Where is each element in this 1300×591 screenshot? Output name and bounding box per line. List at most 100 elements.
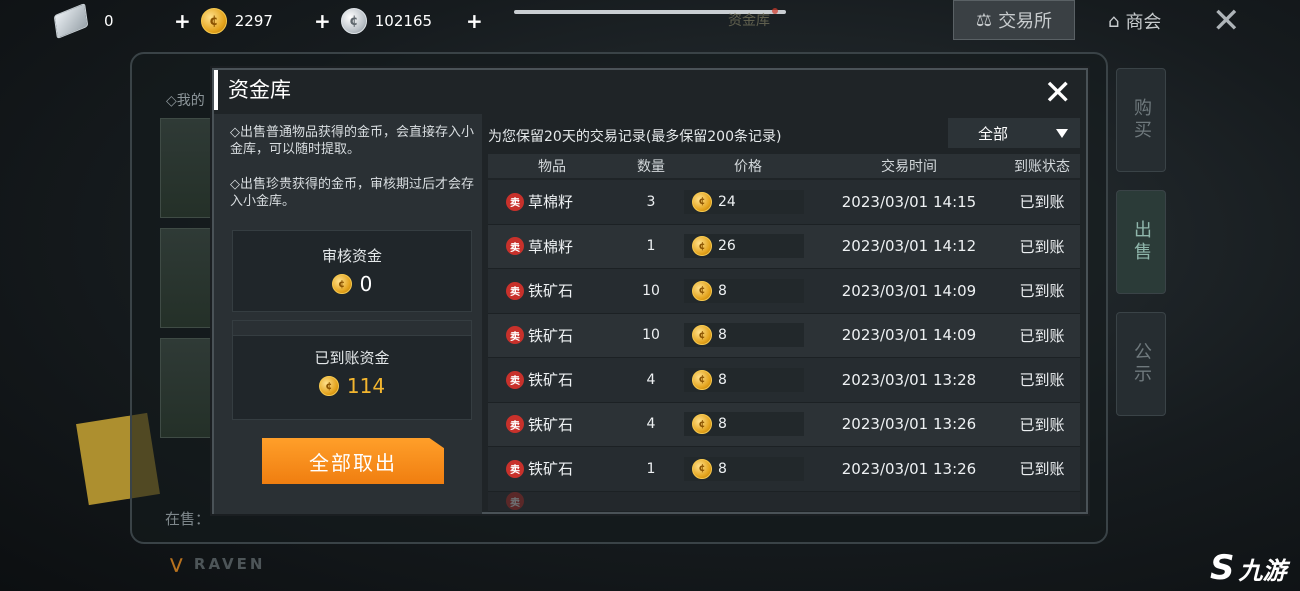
arrived-funds-box: 已到账资金 ¢ 114 (232, 320, 472, 420)
header-qty: 数量 (637, 159, 665, 175)
records-retention-note: 为您保留20天的交易记录(最多保留200条记录) (488, 129, 782, 145)
silver-coin-icon: ¢ (340, 8, 367, 34)
row-status: 已到账 (1019, 193, 1065, 212)
row-time: 2023/03/01 14:12 (841, 237, 977, 256)
item-name: 草棉籽 (528, 237, 574, 256)
add-silver-plus-button[interactable]: + (466, 9, 483, 33)
close-icon[interactable]: ✕ (1044, 76, 1073, 110)
item-slot (160, 118, 216, 218)
row-item: 卖铁矿石 (488, 369, 618, 390)
row-price: ¢ 24 (684, 189, 814, 214)
top-resource-bar: 0 + ¢ 2297 + ¢ 102165 + 资金库 ⚖ 交易所 ⌂ 商会 ✕ (0, 0, 1300, 44)
record-filter-dropdown[interactable]: 全部 (948, 118, 1080, 148)
item-slot (160, 338, 216, 438)
row-qty: 4 (646, 416, 656, 433)
arrived-funds-amount: 114 (346, 374, 386, 398)
exchange-label: 交易所 (998, 11, 1053, 32)
table-row: 卖铁矿石 10 ¢ 8 2023/03/01 14:09 已到账 (488, 269, 1080, 314)
filter-selected-value: 全部 (978, 124, 1009, 143)
side-tabs: 购买 出售 公示 (1116, 68, 1168, 434)
row-price: ¢ 8 (684, 323, 814, 348)
row-price: ¢ 8 (684, 278, 814, 303)
sell-badge-icon: 卖 (506, 192, 524, 211)
item-name: 铁矿石 (528, 326, 574, 345)
row-qty: 4 (646, 371, 656, 388)
gold-coin-icon: ¢ (331, 274, 352, 294)
triangle-down-icon (1056, 128, 1068, 138)
header-time: 交易时间 (881, 159, 937, 175)
gold-coin-icon: ¢ (692, 191, 712, 212)
sell-badge-icon: 卖 (506, 237, 524, 256)
row-item: 卖铁矿石 (488, 414, 618, 435)
silver-resource: + ¢ 102165 + (314, 6, 483, 36)
item-name: 铁矿石 (528, 415, 574, 434)
add-gold-button[interactable]: + (174, 9, 191, 33)
price-value: 8 (718, 460, 727, 477)
gold-coin-icon: ¢ (692, 280, 712, 301)
table-row: 卖铁矿石 1 ¢ 8 2023/03/01 13:26 已到账 (488, 447, 1080, 492)
funds-panel: ◇出售普通物品获得的金币，会直接存入小金库，可以随时提取。 ◇出售珍贵获得的金币… (214, 114, 482, 514)
sell-badge-icon: 卖 (506, 492, 524, 510)
row-item: 卖铁矿石 (488, 280, 618, 301)
row-qty: 10 (642, 327, 660, 344)
notification-dot (772, 8, 778, 14)
records-table-header: 物品 数量 价格 交易时间 到账状态 (488, 154, 1080, 178)
row-item: 卖草棉籽 (488, 191, 618, 212)
row-price: ¢ 8 (684, 412, 814, 437)
row-qty: 10 (642, 282, 660, 299)
watermark-icon: S (1210, 548, 1235, 588)
table-row-partial: 卖 (488, 491, 1080, 512)
row-item: 卖 (488, 492, 618, 510)
tab-buy[interactable]: 购买 (1116, 68, 1166, 172)
shop-label: 商会 (1125, 12, 1162, 33)
gold-coin-icon: ¢ (692, 414, 712, 435)
withdraw-all-button[interactable]: 全部取出 (262, 438, 444, 484)
arrived-funds-label: 已到账资金 (314, 349, 390, 367)
sell-badge-icon: 卖 (506, 281, 524, 300)
gold-coin-icon: ¢ (692, 236, 712, 257)
records-panel: 为您保留20天的交易记录(最多保留200条记录) 全部 物品 数量 价格 交易时… (486, 114, 1082, 512)
row-status: 已到账 (1019, 415, 1065, 434)
row-time: 2023/03/01 14:15 (841, 192, 977, 211)
row-qty: 1 (646, 238, 656, 255)
row-price: ¢ 26 (684, 234, 814, 259)
pending-funds-box: 审核资金 ¢ 0 (232, 230, 472, 312)
price-value: 26 (718, 238, 736, 255)
tab-sell[interactable]: 出售 (1116, 190, 1166, 294)
row-time: 2023/03/01 14:09 (841, 281, 977, 300)
top-close-icon[interactable]: ✕ (1212, 4, 1241, 38)
sell-badge-icon: 卖 (506, 326, 524, 345)
table-row: 卖草棉籽 3 ¢ 24 2023/03/01 14:15 已到账 (488, 180, 1080, 225)
watermark-logo: S 九游 (1210, 548, 1287, 588)
table-row: 卖铁矿石 4 ¢ 8 2023/03/01 13:28 已到账 (488, 358, 1080, 403)
row-price: ¢ 8 (684, 456, 814, 481)
gold-coin-icon: ¢ (692, 325, 712, 346)
gold-coin-icon: ¢ (692, 369, 712, 390)
add-silver-button[interactable]: + (314, 9, 331, 33)
raven-logo: ⋁ RAVEN (170, 555, 266, 573)
exchange-button[interactable]: ⚖ 交易所 (953, 0, 1075, 40)
exchange-icon: ⚖ (975, 9, 993, 31)
pending-funds-amount: 0 (359, 272, 373, 296)
header-price: 价格 (734, 159, 762, 175)
row-item: 卖铁矿石 (488, 458, 618, 479)
row-status: 已到账 (1019, 237, 1065, 256)
item-name: 草棉籽 (528, 193, 574, 212)
row-price: ¢ 8 (684, 367, 814, 392)
sell-badge-icon: 卖 (506, 370, 524, 389)
row-item: 卖铁矿石 (488, 325, 618, 346)
price-value: 8 (718, 371, 727, 388)
ticket-icon (53, 2, 89, 40)
records-table-body: 卖草棉籽 3 ¢ 24 2023/03/01 14:15 已到账 卖草棉籽 1 ¢… (488, 180, 1080, 512)
my-items-label: ◇我的 (166, 93, 205, 109)
home-icon: ⌂ (1108, 10, 1120, 32)
modal-title: 资金库 (214, 70, 291, 110)
vault-tab-ghost: 资金库 (728, 8, 778, 30)
note-normal-items: ◇出售普通物品获得的金币，会直接存入小金库，可以随时提取。 (230, 125, 474, 157)
shop-button[interactable]: ⌂ 商会 (1108, 8, 1161, 34)
table-row: 卖铁矿石 10 ¢ 8 2023/03/01 14:09 已到账 (488, 313, 1080, 358)
row-status: 已到账 (1019, 371, 1065, 390)
row-qty: 3 (646, 193, 656, 210)
tab-public[interactable]: 公示 (1116, 312, 1166, 416)
header-item: 物品 (538, 159, 566, 175)
